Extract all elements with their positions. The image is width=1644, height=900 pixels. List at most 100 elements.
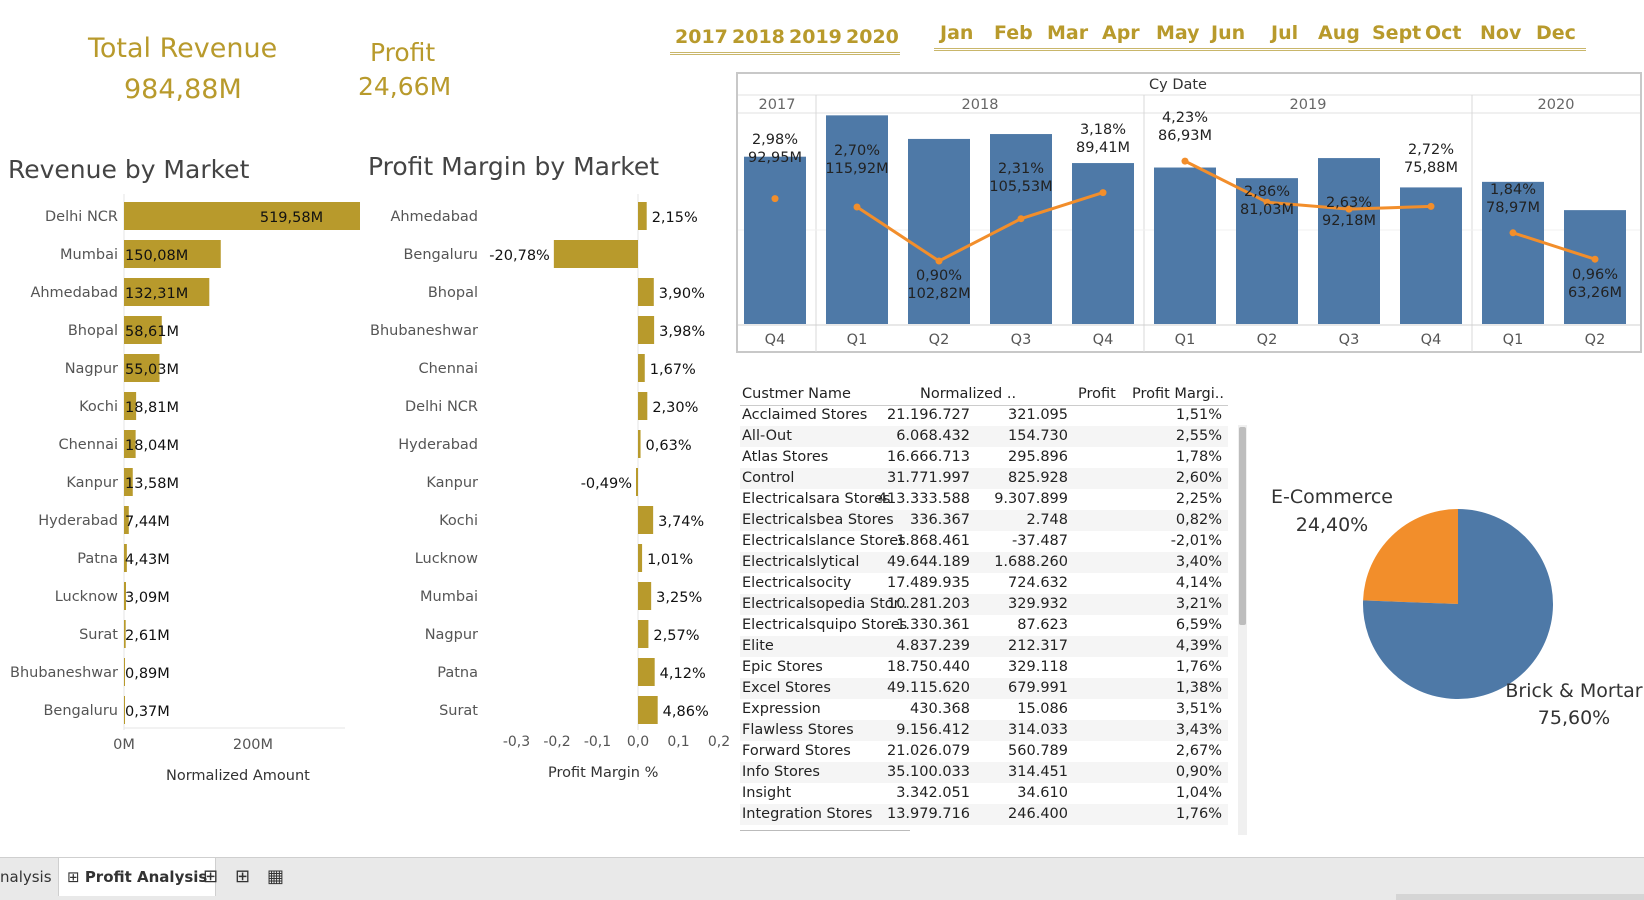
cell-profit-margin: 0,90% bbox=[1175, 764, 1222, 780]
cell-customer-name: Epic Stores bbox=[742, 659, 823, 675]
col-header-profit[interactable]: Profit bbox=[1078, 386, 1116, 402]
margin-bar bbox=[638, 620, 649, 648]
total-revenue-label: Total Revenue bbox=[88, 33, 278, 64]
cell-normalized-amount: 31.771.997 bbox=[886, 470, 970, 486]
table-row[interactable]: Flawless Stores 9.156.412 314.033 3,43% bbox=[740, 720, 1228, 741]
table-row[interactable]: Electricalsopedia Stor.. 10.281.203 329.93… bbox=[740, 594, 1228, 615]
table-row[interactable]: Electricalsbea Stores 336.367 2.748 0,82% bbox=[740, 510, 1228, 531]
trend-margin-label: 4,23% bbox=[1162, 110, 1208, 126]
cell-profit: 9.307.899 bbox=[994, 491, 1068, 507]
new-story-icon[interactable]: ▦ bbox=[267, 858, 284, 896]
table-row[interactable]: Info Stores 35.100.033 314.451 0,90% bbox=[740, 762, 1228, 783]
trend-margin-label: 2,72% bbox=[1408, 142, 1454, 158]
revenue-bar-label: 58,61M bbox=[125, 324, 179, 340]
table-row[interactable]: Control 31.771.997 825.928 2,60% bbox=[740, 468, 1228, 489]
revenue-bar-label: 18,04M bbox=[125, 438, 179, 454]
table-row[interactable]: Electricalsocity 17.489.935 724.632 4,14% bbox=[740, 573, 1228, 594]
trend-margin-point bbox=[1591, 255, 1599, 263]
cell-profit-margin: 1,04% bbox=[1175, 785, 1222, 801]
cell-customer-name: Acclaimed Stores bbox=[742, 407, 868, 423]
cell-customer-name: Integration Stores bbox=[742, 806, 873, 822]
month-filter-jan[interactable]: Jan bbox=[940, 22, 973, 44]
margin-bar-label: 1,01% bbox=[647, 552, 693, 568]
table-scrollbar-thumb[interactable] bbox=[1239, 427, 1246, 625]
revenue-bar-label: 55,03M bbox=[125, 362, 179, 378]
pie-label-brick-mortar-name: Brick & Mortar bbox=[1505, 680, 1642, 702]
year-filter-2017[interactable]: 2017 bbox=[675, 26, 728, 48]
table-row[interactable]: Forward Stores 21.026.079 560.789 2,67% bbox=[740, 741, 1228, 762]
table-row[interactable]: Elite 4.837.239 212.317 4,39% bbox=[740, 636, 1228, 657]
trend-revenue-label: 63,26M bbox=[1568, 285, 1622, 301]
table-row[interactable]: Excel Stores 49.115.620 679.991 1,38% bbox=[740, 678, 1228, 699]
table-row[interactable]: Integration Stores 13.979.716 246.400 1,76% bbox=[740, 804, 1228, 825]
revenue-category-label: Patna bbox=[77, 551, 118, 567]
new-worksheet-icon[interactable]: ⊞ bbox=[203, 858, 218, 896]
margin-bar-label: 2,15% bbox=[652, 210, 698, 226]
tab-scrollbar[interactable] bbox=[1396, 894, 1644, 900]
margin-bar-label: 0,63% bbox=[646, 438, 692, 454]
cell-profit-margin: 1,76% bbox=[1175, 659, 1222, 675]
pie-label-ecommerce-pct: 24,40% bbox=[1296, 514, 1368, 536]
table-row[interactable]: Epic Stores 18.750.440 329.118 1,76% bbox=[740, 657, 1228, 678]
month-filter-nov[interactable]: Nov bbox=[1480, 22, 1521, 44]
month-filter-sept[interactable]: Sept bbox=[1372, 22, 1421, 44]
trend-quarter-label: Q1 bbox=[1503, 332, 1524, 348]
margin-bar-label: 3,90% bbox=[659, 286, 705, 302]
month-filter-jul[interactable]: Jul bbox=[1271, 22, 1298, 44]
cell-normalized-amount: 336.367 bbox=[910, 512, 970, 528]
col-header-customer-name[interactable]: Custmer Name bbox=[742, 386, 851, 402]
table-row[interactable]: Expression 430.368 15.086 3,51% bbox=[740, 699, 1228, 720]
revenue-category-label: Bhubaneshwar bbox=[10, 665, 118, 681]
cell-profit-margin: 2,67% bbox=[1175, 743, 1222, 759]
table-row[interactable]: All-Out 6.068.432 154.730 2,55% bbox=[740, 426, 1228, 447]
year-filter-2019[interactable]: 2019 bbox=[789, 26, 842, 48]
trend-margin-label: 1,84% bbox=[1490, 182, 1536, 198]
table-row[interactable]: Electricalslance Stores 1.868.461 -37.487 -… bbox=[740, 531, 1228, 552]
table-row[interactable]: Electricalsquipo Stores 1.330.361 87.623 6,… bbox=[740, 615, 1228, 636]
cell-customer-name: Elite bbox=[742, 638, 774, 654]
month-filter-may[interactable]: May bbox=[1156, 22, 1200, 44]
margin-x-tick: -0,2 bbox=[543, 734, 570, 750]
trend-revenue-label: 92,95M bbox=[748, 150, 802, 166]
cell-profit-margin: 3,40% bbox=[1175, 554, 1222, 570]
trend-revenue-label: 81,03M bbox=[1240, 202, 1294, 218]
month-filter-mar[interactable]: Mar bbox=[1047, 22, 1088, 44]
table-cutoff-line bbox=[740, 830, 910, 831]
margin-category-label: Chennai bbox=[418, 361, 478, 377]
year-filter-2020[interactable]: 2020 bbox=[846, 26, 899, 48]
cell-normalized-amount: 35.100.033 bbox=[886, 764, 970, 780]
month-filter-feb[interactable]: Feb bbox=[994, 22, 1033, 44]
cell-profit-margin: 2,55% bbox=[1175, 428, 1222, 444]
trend-quarter-label: Q1 bbox=[1175, 332, 1196, 348]
col-header-normalized[interactable]: Normalized .. bbox=[920, 386, 1016, 402]
revenue-bar-label: 132,31M bbox=[125, 286, 188, 302]
month-filter-jun[interactable]: Jun bbox=[1211, 22, 1245, 44]
year-filter: 2017 2018 2019 2020 bbox=[670, 22, 900, 55]
margin-x-tick: -0,1 bbox=[584, 734, 611, 750]
trend-quarter-label: Q4 bbox=[765, 332, 786, 348]
table-row[interactable]: Atlas Stores 16.666.713 295.896 1,78% bbox=[740, 447, 1228, 468]
table-row[interactable]: Electricalsara Stores 413.333.588 9.307.89… bbox=[740, 489, 1228, 510]
tab-profit-analysis[interactable]: ⊞ Profit Analysis bbox=[58, 858, 217, 896]
table-row[interactable]: Insight 3.342.051 34.610 1,04% bbox=[740, 783, 1228, 804]
month-filter-aug[interactable]: Aug bbox=[1318, 22, 1360, 44]
month-filter-oct[interactable]: Oct bbox=[1425, 22, 1462, 44]
cell-customer-name: Forward Stores bbox=[742, 743, 851, 759]
margin-bar bbox=[638, 658, 655, 686]
tab-analysis[interactable]: nalysis bbox=[0, 858, 52, 896]
month-filter-apr[interactable]: Apr bbox=[1102, 22, 1140, 44]
cell-customer-name: Electricalsquipo Stores bbox=[742, 617, 908, 633]
table-row[interactable]: Acclaimed Stores 21.196.727 321.095 1,51% bbox=[740, 405, 1228, 426]
new-dashboard-icon[interactable]: ⊞ bbox=[235, 858, 250, 896]
table-scrollbar-track[interactable] bbox=[1238, 425, 1247, 835]
year-filter-2018[interactable]: 2018 bbox=[732, 26, 785, 48]
month-filter-dec[interactable]: Dec bbox=[1536, 22, 1576, 44]
trend-year-label: 2019 bbox=[1290, 97, 1327, 113]
table-row[interactable]: Electricalslytical 49.644.189 1.688.260 3,4… bbox=[740, 552, 1228, 573]
revenue-bar-label: 4,43M bbox=[125, 552, 170, 568]
revenue-bar-label: 3,09M bbox=[125, 590, 170, 606]
margin-category-label: Bengaluru bbox=[403, 247, 478, 263]
trend-revenue-label: 92,18M bbox=[1322, 213, 1376, 229]
col-header-profit-margin[interactable]: Profit Margi.. bbox=[1132, 386, 1224, 402]
trend-margin-point bbox=[1509, 229, 1517, 237]
